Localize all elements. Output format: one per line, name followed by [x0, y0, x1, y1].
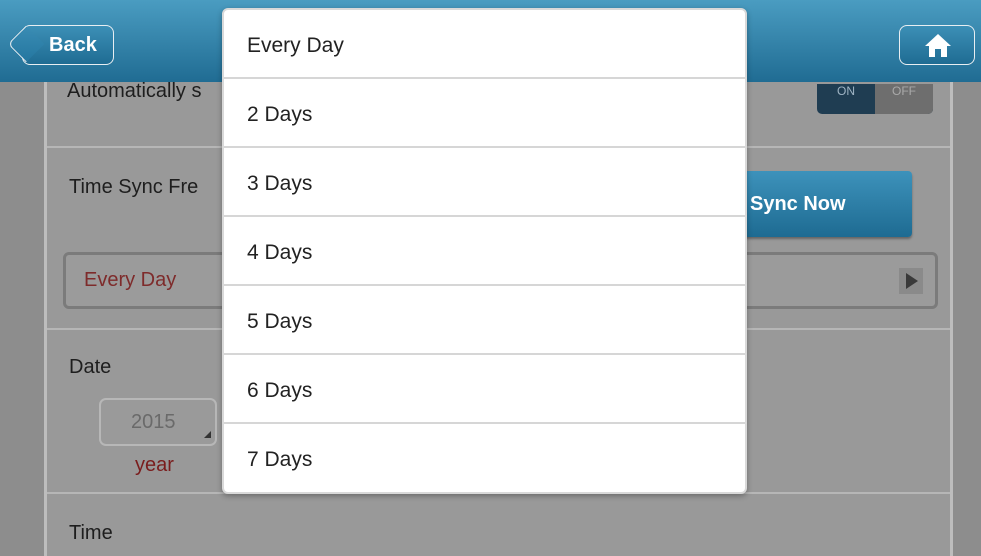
frequency-dropdown: Every Day 2 Days 3 Days 4 Days 5 Days 6 …: [222, 8, 747, 494]
home-button[interactable]: [899, 25, 975, 65]
option-4-days[interactable]: 4 Days: [224, 217, 745, 286]
home-icon: [925, 34, 951, 57]
option-2-days[interactable]: 2 Days: [224, 79, 745, 148]
time-sync-frequency-label: Time Sync Fre: [69, 176, 199, 198]
option-label: 3 Days: [247, 172, 313, 195]
toggle-on-label: ON: [837, 84, 855, 98]
back-button[interactable]: Back: [22, 25, 114, 65]
option-label: 5 Days: [247, 310, 313, 333]
auto-sync-label: Automatically s: [67, 80, 202, 102]
option-label: 6 Days: [247, 379, 313, 402]
option-label: 4 Days: [247, 241, 313, 264]
option-label: Every Day: [247, 34, 344, 57]
option-6-days[interactable]: 6 Days: [224, 355, 745, 424]
year-spinner[interactable]: 2015: [99, 398, 217, 446]
year-label: year: [135, 454, 174, 476]
sync-now-button[interactable]: Sync Now: [740, 171, 912, 237]
option-label: 7 Days: [247, 448, 313, 471]
toggle-off-label: OFF: [875, 84, 933, 114]
option-every-day[interactable]: Every Day: [224, 10, 745, 79]
option-5-days[interactable]: 5 Days: [224, 286, 745, 355]
date-label: Date: [69, 356, 112, 378]
option-3-days[interactable]: 3 Days: [224, 148, 745, 217]
frequency-value: Every Day: [84, 269, 177, 291]
option-label: 2 Days: [247, 103, 313, 126]
year-value: 2015: [131, 411, 176, 433]
chevron-right-icon: [899, 268, 923, 294]
time-label: Time: [69, 522, 113, 544]
auto-sync-toggle[interactable]: ON OFF: [817, 84, 933, 114]
back-button-label: Back: [49, 34, 97, 56]
option-7-days[interactable]: 7 Days: [224, 424, 745, 492]
